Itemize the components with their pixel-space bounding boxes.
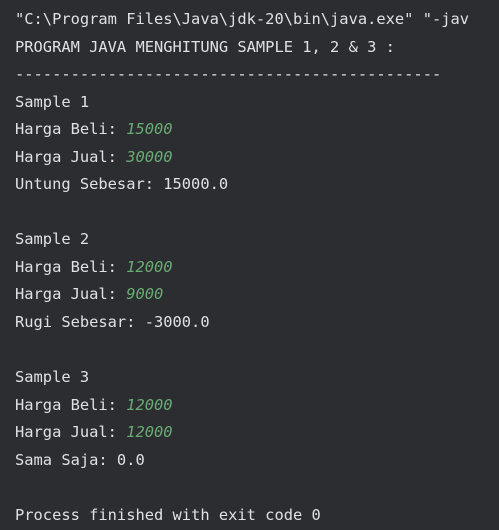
sell-price-label: Harga Jual: <box>15 285 127 303</box>
result-line: Sama Saja: 0.0 <box>15 451 145 469</box>
buy-price-input: 15000 <box>126 120 173 138</box>
buy-price-line: Harga Beli: 15000 <box>15 119 173 139</box>
buy-price-line: Harga Beli: 12000 <box>15 395 173 415</box>
run-console-output: "C:\Program Files\Java\jdk-20\bin\java.e… <box>0 0 499 530</box>
sample-title: Sample 2 <box>15 230 90 248</box>
program-header: PROGRAM JAVA MENGHITUNG SAMPLE 1, 2 & 3 … <box>15 38 395 56</box>
buy-price-line: Harga Beli: 12000 <box>15 257 173 277</box>
buy-price-label: Harga Beli: <box>15 258 127 276</box>
sell-price-input: 9000 <box>126 285 164 303</box>
result-line: Rugi Sebesar: -3000.0 <box>15 313 210 331</box>
buy-price-input: 12000 <box>126 396 173 414</box>
sell-price-input: 12000 <box>126 423 173 441</box>
sell-price-line: Harga Jual: 9000 <box>15 284 163 304</box>
sell-price-line: Harga Jual: 12000 <box>15 422 173 442</box>
divider-line: ----------------------------------------… <box>15 65 442 83</box>
sell-price-line: Harga Jual: 30000 <box>15 147 173 167</box>
result-line: Untung Sebesar: 15000.0 <box>15 175 229 193</box>
sell-price-input: 30000 <box>126 148 173 166</box>
command-line: "C:\Program Files\Java\jdk-20\bin\java.e… <box>15 10 470 28</box>
buy-price-input: 12000 <box>126 258 173 276</box>
sell-price-label: Harga Jual: <box>15 148 127 166</box>
exit-message: Process finished with exit code 0 <box>15 506 321 524</box>
buy-price-label: Harga Beli: <box>15 396 127 414</box>
buy-price-label: Harga Beli: <box>15 120 127 138</box>
sell-price-label: Harga Jual: <box>15 423 127 441</box>
sample-title: Sample 1 <box>15 93 90 111</box>
sample-title: Sample 3 <box>15 368 90 386</box>
